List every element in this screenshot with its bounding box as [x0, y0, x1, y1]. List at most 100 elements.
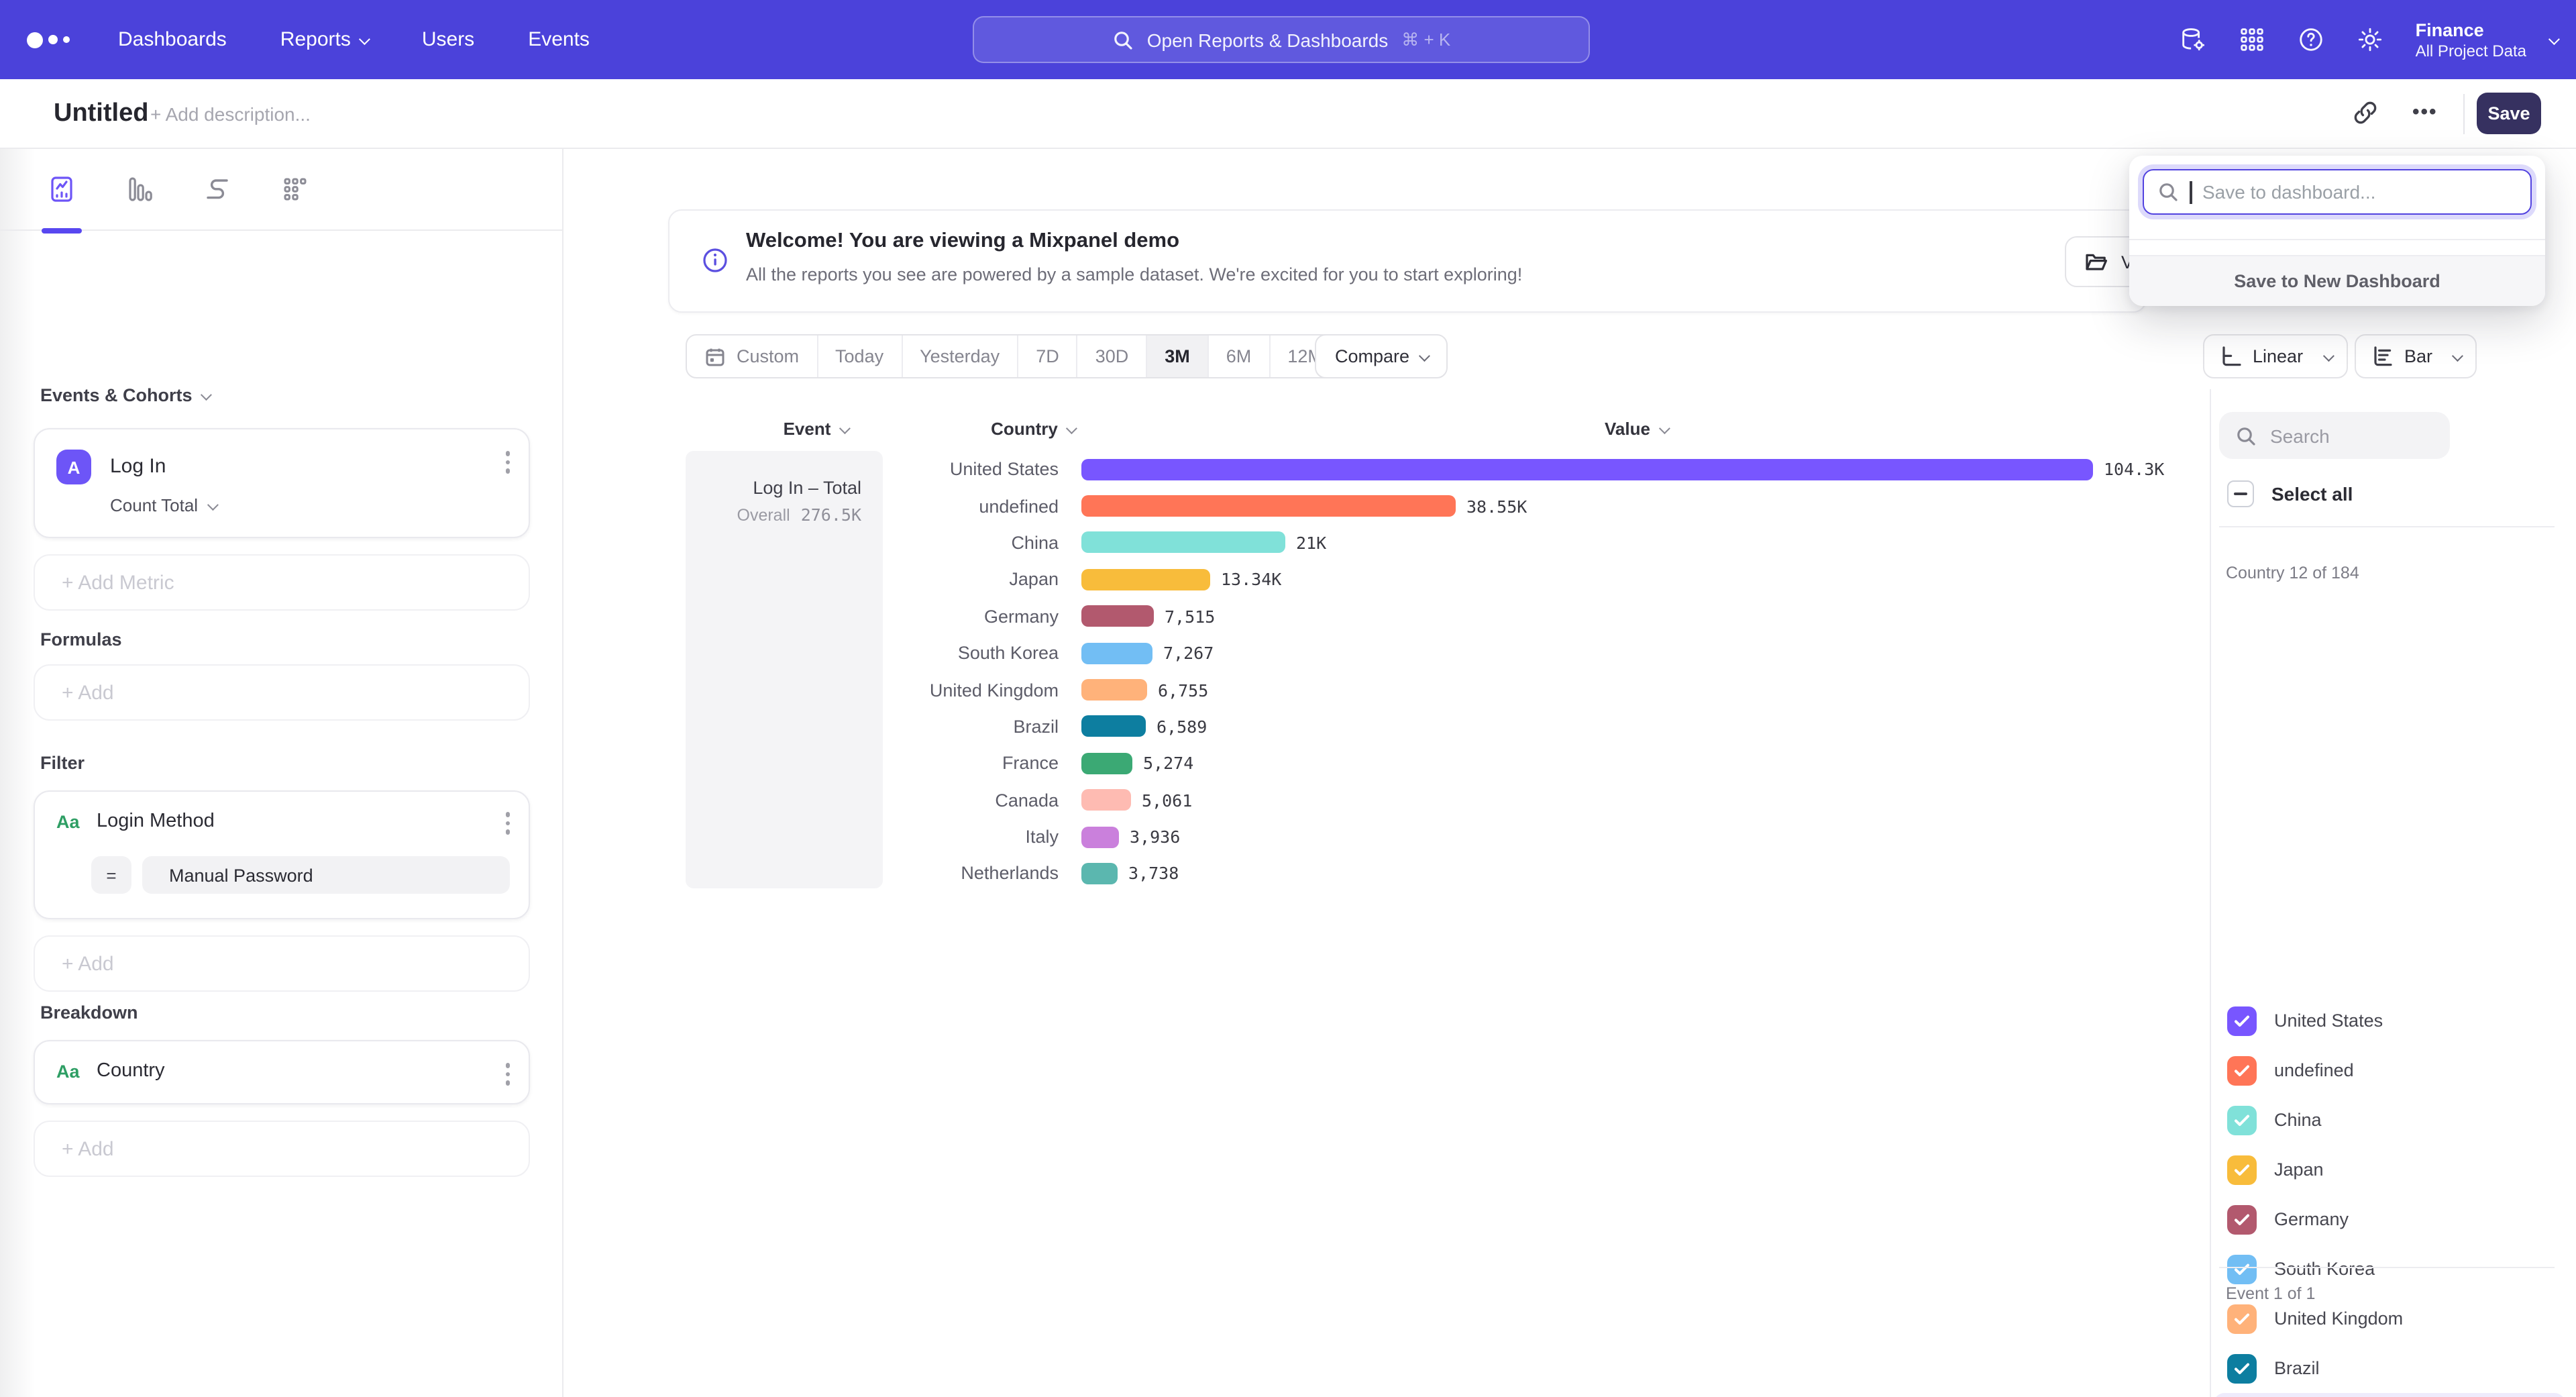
- nav-item-events[interactable]: Events: [528, 28, 590, 51]
- nav-item-reports[interactable]: Reports: [280, 28, 368, 51]
- bar-value-label: 38.55K: [1466, 496, 1527, 516]
- retention-grid-icon: [280, 174, 310, 204]
- checkbox[interactable]: [2227, 1006, 2257, 1035]
- bar[interactable]: [1081, 716, 1146, 737]
- country-filter-item[interactable]: Germany: [2214, 1194, 2565, 1244]
- chart-scale-dropdown[interactable]: Linear: [2203, 334, 2347, 378]
- checkbox-label: United States: [2274, 1011, 2383, 1031]
- country-filter-item[interactable]: undefined: [2214, 1045, 2565, 1095]
- add-breakdown-button[interactable]: + Add: [34, 1121, 530, 1177]
- filter-operator-chip[interactable]: =: [91, 856, 131, 894]
- bar-row: China 21K: [885, 525, 2174, 562]
- check-icon: [2234, 1064, 2250, 1077]
- add-description-field[interactable]: + Add description...: [150, 103, 311, 125]
- help-icon[interactable]: [2298, 25, 2326, 54]
- panel-search-input[interactable]: Search: [2219, 412, 2450, 459]
- breakdown-filter-panel: Search Select all Country 12 of 184 Unit…: [2210, 389, 2576, 1397]
- bar[interactable]: [1081, 863, 1118, 884]
- bar[interactable]: [1081, 569, 1210, 590]
- column-header-country[interactable]: Country: [939, 419, 1127, 439]
- metric-card-log-in[interactable]: A Log In Count Total: [34, 428, 530, 538]
- select-all-checkbox-indeterminate[interactable]: [2227, 480, 2254, 507]
- nav-item-dashboards[interactable]: Dashboards: [118, 28, 227, 51]
- settings-gear-icon[interactable]: [2357, 25, 2385, 54]
- bar-value-label: 104.3K: [2104, 459, 2164, 479]
- report-title[interactable]: Untitled: [54, 99, 148, 129]
- chart-type-dropdown[interactable]: Bar: [2355, 334, 2477, 378]
- bar[interactable]: [1081, 458, 2093, 480]
- metric-kebab-icon[interactable]: [505, 451, 510, 473]
- tab-insights[interactable]: [40, 148, 83, 230]
- report-title-bar: Untitled + Add description... ••• Save: [0, 79, 2576, 149]
- filter-property-name[interactable]: Login Method: [97, 811, 215, 832]
- country-filter-item[interactable]: China: [2214, 1095, 2565, 1145]
- global-search-button[interactable]: Open Reports & Dashboards ⌘ + K: [973, 16, 1590, 63]
- bar[interactable]: [1081, 753, 1132, 774]
- breakdown-kebab-icon[interactable]: [505, 1063, 510, 1085]
- filter-value-chip[interactable]: Manual Password: [142, 856, 510, 894]
- events-cohorts-header[interactable]: Events & Cohorts: [40, 385, 210, 405]
- checkbox[interactable]: [2227, 1155, 2257, 1184]
- bar[interactable]: [1081, 495, 1456, 517]
- more-options-icon[interactable]: •••: [2412, 101, 2442, 130]
- tab-funnels[interactable]: [118, 148, 161, 230]
- banner-title: Welcome! You are viewing a Mixpanel demo: [746, 229, 1179, 254]
- range-30d[interactable]: 30D: [1078, 335, 1148, 377]
- bar[interactable]: [1081, 532, 1285, 554]
- tab-retention[interactable]: [274, 148, 317, 230]
- column-header-event[interactable]: Event: [742, 419, 890, 439]
- range-7d[interactable]: 7D: [1018, 335, 1078, 377]
- bar-row: Brazil 6,589: [885, 708, 2174, 745]
- range-today[interactable]: Today: [818, 335, 902, 377]
- country-filter-item[interactable]: France: [2214, 1393, 2565, 1397]
- add-formula-button[interactable]: + Add: [34, 664, 530, 721]
- nav-item-users[interactable]: Users: [422, 28, 474, 51]
- metric-aggregation-dropdown[interactable]: Count Total: [110, 495, 215, 515]
- event-overall-row: Overall276.5K: [686, 505, 861, 525]
- bar[interactable]: [1081, 606, 1154, 627]
- top-nav: Dashboards Reports Users Events Open Report…: [0, 0, 2576, 79]
- checkbox[interactable]: [2227, 1055, 2257, 1085]
- tab-flows[interactable]: [196, 148, 239, 230]
- bar-value-label: 21K: [1296, 533, 1326, 553]
- filter-kebab-icon[interactable]: [505, 812, 510, 834]
- checkbox[interactable]: [2227, 1254, 2257, 1284]
- info-icon: [702, 247, 729, 274]
- range-3m[interactable]: 3M: [1147, 335, 1209, 377]
- apps-grid-icon[interactable]: [2239, 25, 2267, 54]
- checkbox[interactable]: [2227, 1304, 2257, 1333]
- bar[interactable]: [1081, 642, 1152, 664]
- chevron-down-icon: [207, 499, 218, 510]
- project-switcher[interactable]: Finance All Project Data: [2416, 19, 2557, 60]
- save-dashboard-search-input[interactable]: Save to dashboard...: [2143, 169, 2532, 215]
- range-yesterday[interactable]: Yesterday: [902, 335, 1018, 377]
- metric-event-name[interactable]: Log In: [110, 455, 166, 478]
- checkbox[interactable]: [2227, 1204, 2257, 1234]
- bar-value-label: 3,738: [1128, 864, 1179, 884]
- checkbox-label: undefined: [2274, 1060, 2354, 1080]
- breakdown-card-country[interactable]: Aa Country: [34, 1040, 530, 1104]
- range-6m[interactable]: 6M: [1209, 335, 1271, 377]
- add-filter-button[interactable]: + Add: [34, 935, 530, 992]
- compare-button[interactable]: Compare: [1315, 334, 1447, 378]
- breakdown-property-name[interactable]: Country: [97, 1060, 165, 1082]
- checkbox[interactable]: [2227, 1353, 2257, 1383]
- country-filter-item[interactable]: Japan: [2214, 1145, 2565, 1194]
- mixpanel-logo-icon[interactable]: [27, 32, 89, 48]
- save-button[interactable]: Save: [2477, 93, 2541, 134]
- bar[interactable]: [1081, 789, 1131, 811]
- data-management-icon[interactable]: [2180, 25, 2208, 54]
- select-all-row[interactable]: Select all: [2227, 480, 2353, 507]
- country-filter-item[interactable]: United States: [2214, 996, 2565, 1045]
- bar-value-label: 6,755: [1158, 680, 1208, 700]
- copy-link-icon[interactable]: [2351, 98, 2380, 127]
- bar[interactable]: [1081, 826, 1119, 847]
- add-metric-button[interactable]: + Add Metric: [34, 554, 530, 611]
- checkbox[interactable]: [2227, 1105, 2257, 1135]
- bar[interactable]: [1081, 679, 1147, 701]
- country-filter-item[interactable]: Brazil: [2214, 1343, 2565, 1393]
- range-custom[interactable]: Custom: [687, 335, 818, 377]
- filter-card-login-method[interactable]: Aa Login Method = Manual Password: [34, 790, 530, 919]
- save-to-new-dashboard-button[interactable]: Save to New Dashboard: [2129, 255, 2545, 306]
- column-header-value[interactable]: Value: [1605, 419, 1668, 439]
